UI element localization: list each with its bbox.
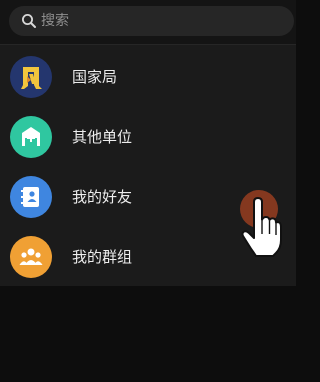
search-placeholder: 搜索 xyxy=(41,13,69,29)
search-input[interactable]: 搜索 xyxy=(9,6,294,36)
group-people-icon xyxy=(19,248,43,265)
empty-area xyxy=(0,286,296,382)
hand-pointer-icon xyxy=(241,197,282,257)
list-item-other-units[interactable]: 其他单位 xyxy=(0,107,296,167)
search-icon xyxy=(21,13,37,29)
avatar xyxy=(10,176,52,218)
avatar xyxy=(10,236,52,278)
item-label: 我的好友 xyxy=(72,188,133,206)
item-label: 国家局 xyxy=(72,68,118,86)
avatar xyxy=(10,116,52,158)
contact-book-icon xyxy=(21,187,39,207)
avatar xyxy=(10,56,52,98)
search-bar: 搜索 xyxy=(0,0,296,44)
list-item-national-bureau[interactable]: 国家局 xyxy=(0,47,296,107)
item-label: 其他单位 xyxy=(72,128,133,146)
building-plus-icon xyxy=(22,127,40,146)
national-bureau-emblem-icon xyxy=(21,67,42,89)
item-label: 我的群组 xyxy=(72,248,133,266)
